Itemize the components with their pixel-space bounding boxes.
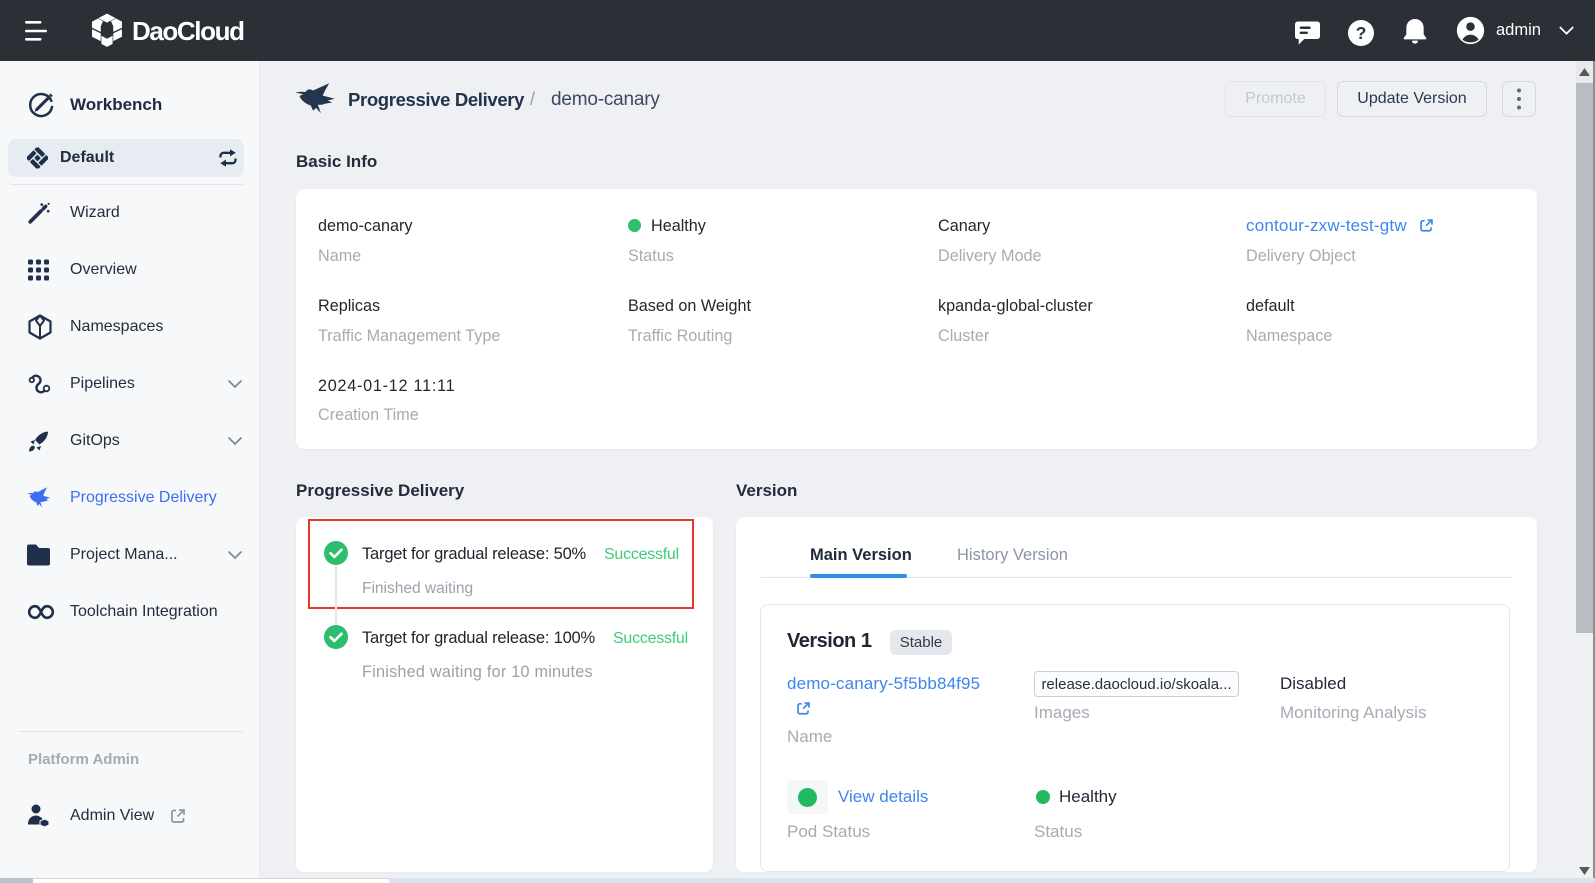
svg-text:?: ? [1356,23,1367,43]
